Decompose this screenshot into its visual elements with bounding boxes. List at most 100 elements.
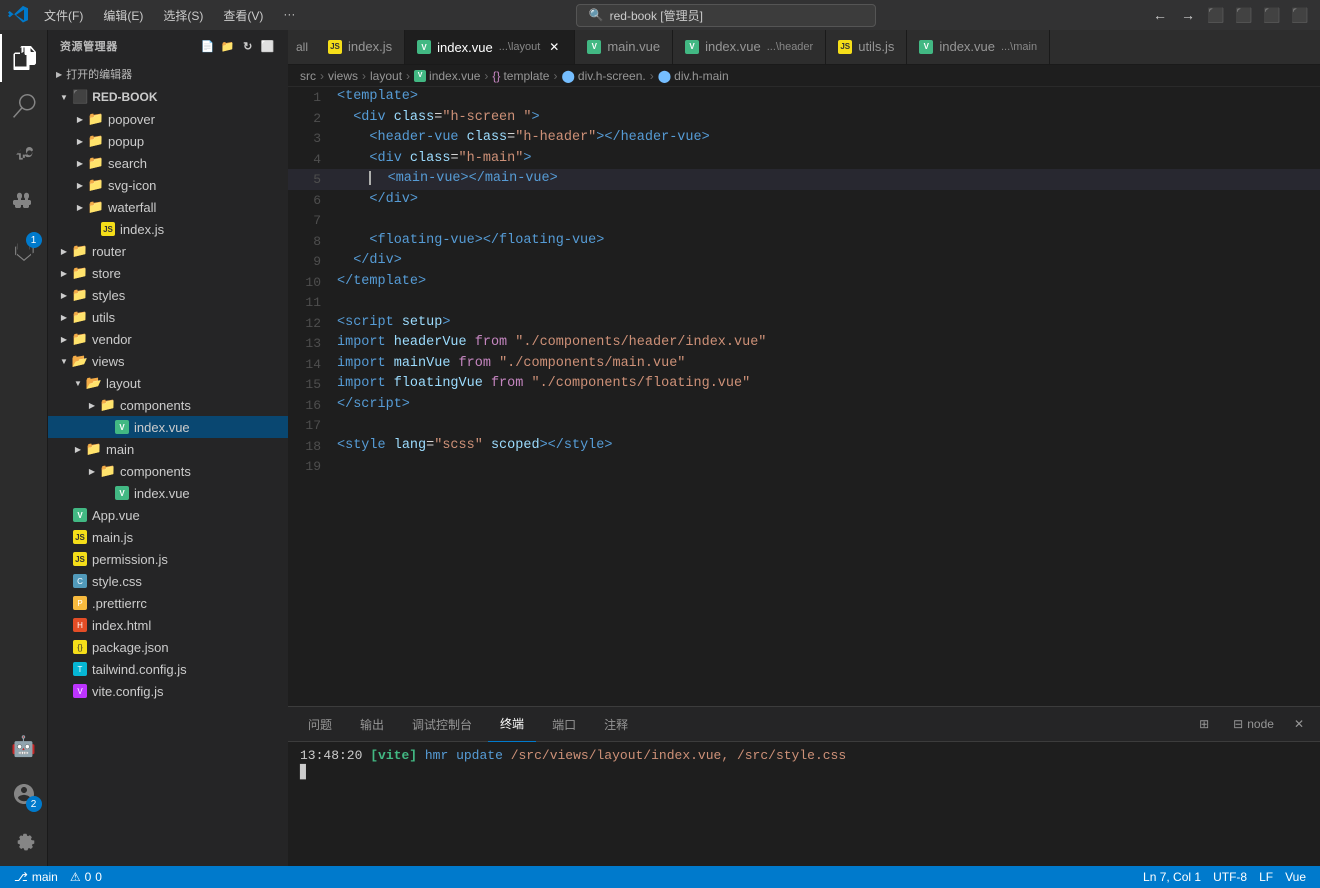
- refresh-icon[interactable]: ↻: [240, 38, 256, 54]
- line-code-14[interactable]: import mainVue from "./components/main.v…: [333, 354, 1320, 375]
- tree-item-utils[interactable]: 📁 utils: [48, 306, 288, 328]
- panel-tab-problems[interactable]: 问题: [296, 707, 344, 742]
- activity-extensions[interactable]: 1: [0, 226, 48, 274]
- activity-search[interactable]: [0, 82, 48, 130]
- status-errors[interactable]: ⚠ 0 0: [64, 870, 108, 884]
- status-language[interactable]: Vue: [1279, 870, 1312, 884]
- customize-layout[interactable]: ⬛: [1288, 3, 1312, 27]
- tree-item-popover[interactable]: 📁 popover: [48, 108, 288, 130]
- status-line-ending[interactable]: LF: [1253, 870, 1279, 884]
- new-file-icon[interactable]: 📄: [200, 38, 216, 54]
- tab-indexvue-layout[interactable]: V index.vue ...\layout ✕: [405, 30, 575, 64]
- tab-indexjs[interactable]: JS index.js: [316, 30, 405, 64]
- tree-item-stylecss[interactable]: C style.css: [48, 570, 288, 592]
- line-code-10[interactable]: </template>: [333, 272, 1320, 293]
- panel-layout-btn[interactable]: ⊞: [1191, 715, 1221, 733]
- activity-ai[interactable]: 🤖: [0, 722, 48, 770]
- menu-view[interactable]: 查看(V): [215, 5, 271, 26]
- line-code-17[interactable]: [333, 415, 1320, 436]
- tab-utilsjs[interactable]: JS utils.js: [826, 30, 907, 64]
- panel-tab-terminal[interactable]: 终端: [488, 707, 536, 742]
- nav-forward[interactable]: →: [1176, 3, 1200, 27]
- status-position[interactable]: Ln 7, Col 1: [1137, 870, 1207, 884]
- tree-item-svg-icon[interactable]: 📁 svg-icon: [48, 174, 288, 196]
- line-code-18[interactable]: <style lang="scss" scoped></style>: [333, 436, 1320, 457]
- new-folder-icon[interactable]: 📁: [220, 38, 236, 54]
- tab-all[interactable]: all: [288, 30, 316, 64]
- panel-layout[interactable]: ⬛: [1260, 3, 1284, 27]
- breadcrumb-views[interactable]: views: [328, 69, 358, 83]
- search-box[interactable]: 🔍 red-book [管理员]: [576, 4, 876, 27]
- line-code-3[interactable]: <header-vue class="h-header"></header-vu…: [333, 128, 1320, 149]
- line-code-7[interactable]: [333, 210, 1320, 231]
- tree-item-appvue[interactable]: V App.vue: [48, 504, 288, 526]
- tree-item-search-folder[interactable]: 📁 search: [48, 152, 288, 174]
- tab-indexvue-header[interactable]: V index.vue ...\header: [673, 30, 826, 64]
- tree-item-store[interactable]: 📁 store: [48, 262, 288, 284]
- tree-item-layout[interactable]: 📂 layout: [48, 372, 288, 394]
- line-code-11[interactable]: [333, 292, 1320, 313]
- tree-item-waterfall[interactable]: 📁 waterfall: [48, 196, 288, 218]
- tab-mainvue[interactable]: V main.vue: [575, 30, 673, 64]
- panel-tab-debug[interactable]: 调试控制台: [400, 707, 484, 742]
- breadcrumb-template[interactable]: {} template: [492, 69, 549, 83]
- status-branch[interactable]: ⎇ main: [8, 870, 64, 884]
- tab-indexvue-layout-close[interactable]: ✕: [546, 39, 562, 55]
- sidebar-toggle[interactable]: ⬛: [1204, 3, 1228, 27]
- breadcrumb-div-hscreen[interactable]: ⬤ div.h-screen.: [561, 69, 645, 83]
- tree-item-indexjs-src[interactable]: JS index.js: [48, 218, 288, 240]
- tree-item-popup[interactable]: 📁 popup: [48, 130, 288, 152]
- line-code-8[interactable]: <floating-vue></floating-vue>: [333, 231, 1320, 252]
- line-code-2[interactable]: <div class="h-screen ">: [333, 108, 1320, 129]
- tree-item-indexvue-main[interactable]: V index.vue: [48, 482, 288, 504]
- tree-item-components-main[interactable]: 📁 components: [48, 460, 288, 482]
- line-code-16[interactable]: </script>: [333, 395, 1320, 416]
- activity-explorer[interactable]: [0, 34, 48, 82]
- tree-item-vendor[interactable]: 📁 vendor: [48, 328, 288, 350]
- menu-more[interactable]: ···: [275, 5, 303, 26]
- menu-edit[interactable]: 编辑(E): [95, 5, 151, 26]
- activity-account[interactable]: 2: [0, 770, 48, 818]
- activity-scm[interactable]: [0, 130, 48, 178]
- code-editor[interactable]: 1 <template> 2 <div class="h-screen "> 3…: [288, 87, 1320, 706]
- panel-split-btn[interactable]: ⊟ node: [1225, 715, 1282, 733]
- line-code-15[interactable]: import floatingVue from "./components/fl…: [333, 374, 1320, 395]
- panel-tab-comments[interactable]: 注释: [592, 707, 640, 742]
- tree-item-indexvue-layout[interactable]: V index.vue: [48, 416, 288, 438]
- line-code-13[interactable]: import headerVue from "./components/head…: [333, 333, 1320, 354]
- line-code-6[interactable]: </div>: [333, 190, 1320, 211]
- tree-item-styles[interactable]: 📁 styles: [48, 284, 288, 306]
- tree-item-prettierrc[interactable]: P .prettierrc: [48, 592, 288, 614]
- line-code-9[interactable]: </div>: [333, 251, 1320, 272]
- panel-close-btn[interactable]: ✕: [1286, 715, 1312, 733]
- tree-item-components[interactable]: 📁 components: [48, 394, 288, 416]
- breadcrumb-layout[interactable]: layout: [370, 69, 402, 83]
- project-root[interactable]: ⬛ RED-BOOK: [48, 86, 288, 108]
- tree-item-viteconfig[interactable]: V vite.config.js: [48, 680, 288, 702]
- menu-select[interactable]: 选择(S): [155, 5, 211, 26]
- status-encoding[interactable]: UTF-8: [1207, 870, 1253, 884]
- breadcrumb-src[interactable]: src: [300, 69, 316, 83]
- tree-item-permissionjs[interactable]: JS permission.js: [48, 548, 288, 570]
- tree-item-mainjs[interactable]: JS main.js: [48, 526, 288, 548]
- editor-layout[interactable]: ⬛: [1232, 3, 1256, 27]
- line-code-1[interactable]: <template>: [333, 87, 1320, 108]
- menu-file[interactable]: 文件(F): [36, 5, 91, 26]
- line-code-19[interactable]: [333, 456, 1320, 477]
- activity-settings[interactable]: [0, 818, 48, 866]
- tree-item-main-folder[interactable]: 📁 main: [48, 438, 288, 460]
- nav-back[interactable]: ←: [1148, 3, 1172, 27]
- panel-tab-output[interactable]: 输出: [348, 707, 396, 742]
- tree-item-packagejson[interactable]: {} package.json: [48, 636, 288, 658]
- activity-debug[interactable]: [0, 178, 48, 226]
- breadcrumb-indexvue[interactable]: V index.vue: [414, 69, 480, 83]
- tree-item-tailwindconfig[interactable]: T tailwind.config.js: [48, 658, 288, 680]
- line-code-12[interactable]: <script setup>: [333, 313, 1320, 334]
- line-code-5[interactable]: <main-vue></main-vue>: [333, 169, 1320, 190]
- open-editors-section[interactable]: 打开的编辑器: [48, 62, 288, 86]
- tab-indexvue-main-tab[interactable]: V index.vue ...\main: [907, 30, 1050, 64]
- panel-tab-ports[interactable]: 端口: [540, 707, 588, 742]
- breadcrumb-div-hmain[interactable]: ⬤ div.h-main: [658, 69, 729, 83]
- collapse-all-icon[interactable]: ⬜: [260, 38, 276, 54]
- tree-item-indexhtml[interactable]: H index.html: [48, 614, 288, 636]
